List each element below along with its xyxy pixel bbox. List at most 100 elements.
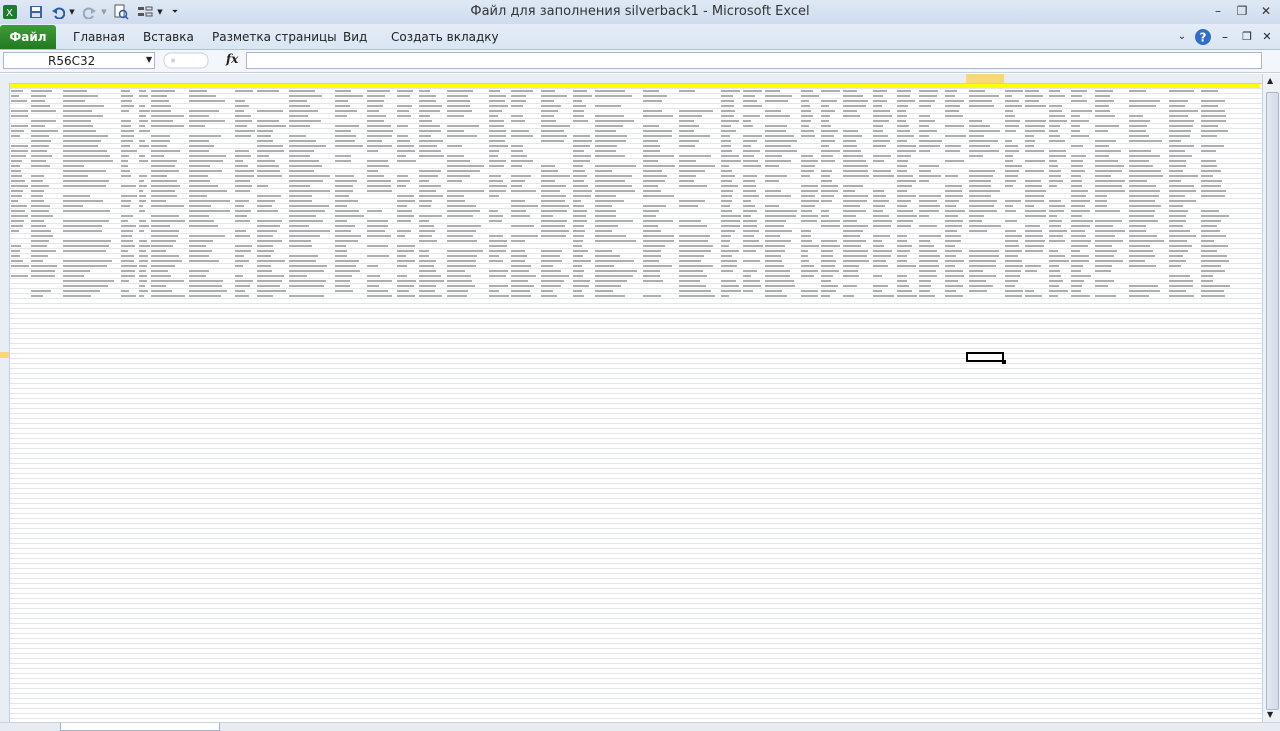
cell-content[interactable] — [489, 235, 503, 237]
cell-content[interactable] — [743, 195, 760, 197]
cell-content[interactable] — [897, 260, 908, 262]
cell-content[interactable] — [1169, 195, 1185, 197]
cell-content[interactable] — [873, 155, 892, 157]
cell-content[interactable] — [63, 160, 113, 162]
cell-content[interactable] — [1071, 250, 1081, 252]
minimize-button[interactable]: – — [1207, 2, 1229, 20]
cell-content[interactable] — [801, 160, 819, 162]
cell-content[interactable] — [289, 220, 324, 222]
cell-content[interactable] — [63, 260, 113, 262]
cell-content[interactable] — [969, 215, 984, 217]
scroll-up-icon[interactable]: ▲ — [1267, 76, 1273, 85]
cell-content[interactable] — [801, 125, 810, 127]
cell-content[interactable] — [743, 150, 761, 152]
cell-content[interactable] — [801, 230, 811, 232]
cell-content[interactable] — [1129, 90, 1147, 92]
cell-content[interactable] — [511, 130, 530, 132]
cell-content[interactable] — [573, 115, 585, 117]
cell-content[interactable] — [765, 95, 793, 97]
cell-content[interactable] — [541, 175, 570, 177]
cell-content[interactable] — [139, 180, 144, 182]
cell-content[interactable] — [721, 225, 740, 227]
cell-content[interactable] — [447, 175, 471, 177]
cell-content[interactable] — [945, 225, 963, 227]
cell-content[interactable] — [679, 260, 702, 262]
cell-content[interactable] — [31, 105, 51, 107]
cell-content[interactable] — [31, 185, 50, 187]
cell-content[interactable] — [721, 195, 733, 197]
cell-content[interactable] — [139, 140, 145, 142]
cell-content[interactable] — [743, 235, 754, 237]
cell-content[interactable] — [1169, 200, 1197, 202]
cell-content[interactable] — [1129, 100, 1161, 102]
cell-content[interactable] — [1025, 150, 1044, 152]
cell-content[interactable] — [1201, 100, 1225, 102]
cell-content[interactable] — [447, 240, 477, 242]
cell-content[interactable] — [11, 155, 27, 157]
cell-content[interactable] — [31, 125, 46, 127]
cell-content[interactable] — [843, 160, 866, 162]
cell-content[interactable] — [801, 155, 814, 157]
cell-content[interactable] — [489, 250, 506, 252]
cell-content[interactable] — [897, 185, 913, 187]
cell-content[interactable] — [367, 90, 391, 92]
cell-content[interactable] — [541, 100, 554, 102]
cell-content[interactable] — [897, 100, 916, 102]
cell-content[interactable] — [1095, 150, 1122, 152]
cell-content[interactable] — [257, 185, 269, 187]
cell-content[interactable] — [235, 135, 251, 137]
cell-content[interactable] — [1025, 180, 1042, 182]
cell-content[interactable] — [139, 205, 144, 207]
cell-content[interactable] — [765, 135, 794, 137]
cell-content[interactable] — [121, 175, 131, 177]
cell-content[interactable] — [511, 290, 530, 292]
cell-content[interactable] — [189, 220, 214, 222]
cell-content[interactable] — [821, 280, 832, 282]
cell-content[interactable] — [573, 110, 584, 112]
cell-content[interactable] — [11, 175, 22, 177]
cell-content[interactable] — [139, 190, 144, 192]
cell-content[interactable] — [765, 130, 787, 132]
cell-content[interactable] — [289, 115, 309, 117]
cell-content[interactable] — [1169, 155, 1192, 157]
cell-content[interactable] — [821, 90, 841, 92]
cell-content[interactable] — [801, 90, 813, 92]
cell-content[interactable] — [489, 275, 507, 277]
cell-content[interactable] — [897, 130, 910, 132]
cell-content[interactable] — [573, 275, 583, 277]
cell-content[interactable] — [843, 195, 868, 197]
cell-content[interactable] — [541, 190, 561, 192]
cell-content[interactable] — [821, 170, 832, 172]
cell-content[interactable] — [1005, 245, 1020, 247]
cell-content[interactable] — [919, 90, 938, 92]
cell-content[interactable] — [843, 225, 868, 227]
cell-content[interactable] — [31, 95, 47, 97]
cell-content[interactable] — [489, 195, 499, 197]
cell-content[interactable] — [1005, 110, 1014, 112]
cell-content[interactable] — [121, 260, 135, 262]
cell-content[interactable] — [821, 295, 831, 297]
cell-content[interactable] — [121, 105, 134, 107]
cell-content[interactable] — [189, 110, 220, 112]
cell-content[interactable] — [679, 180, 694, 182]
cell-content[interactable] — [821, 110, 835, 112]
cell-content[interactable] — [1169, 135, 1190, 137]
cell-content[interactable] — [1095, 115, 1116, 117]
cell-content[interactable] — [489, 240, 508, 242]
cell-content[interactable] — [1049, 135, 1061, 137]
cell-content[interactable] — [1201, 220, 1222, 222]
cell-content[interactable] — [511, 180, 525, 182]
cell-content[interactable] — [121, 140, 133, 142]
cell-content[interactable] — [511, 190, 537, 192]
cell-content[interactable] — [1071, 220, 1093, 222]
cell-content[interactable] — [945, 105, 960, 107]
cell-content[interactable] — [419, 135, 431, 137]
cell-content[interactable] — [1071, 170, 1086, 172]
cell-content[interactable] — [511, 240, 526, 242]
cell-content[interactable] — [1169, 205, 1183, 207]
cell-content[interactable] — [1169, 150, 1185, 152]
cell-content[interactable] — [63, 280, 115, 282]
cell-content[interactable] — [235, 250, 251, 252]
cell-content[interactable] — [63, 210, 110, 212]
cell-content[interactable] — [743, 225, 758, 227]
